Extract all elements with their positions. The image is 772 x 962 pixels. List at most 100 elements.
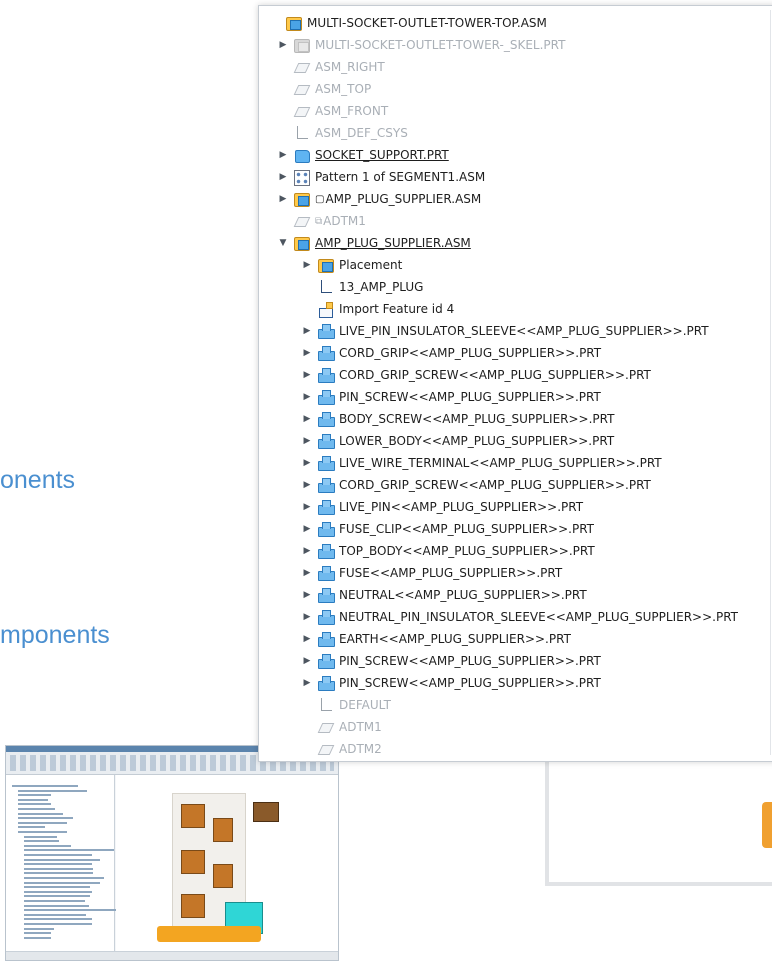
tree-row[interactable]: ▶ PIN_SCREW<<AMP_PLUG_SUPPLIER>>.PRT [301, 386, 601, 408]
socket-graphic [181, 804, 205, 828]
tree-row[interactable]: ▶ SOCKET_SUPPORT.PRT [277, 144, 449, 166]
expand-arrow-icon[interactable]: ▶ [301, 458, 313, 468]
expand-arrow-icon[interactable]: ▶ [301, 568, 313, 578]
thumbnail-tree-line [12, 785, 79, 787]
expand-arrow-icon[interactable]: ▶ [301, 678, 313, 688]
datum-plane-icon [317, 741, 335, 757]
tree-row[interactable]: ▶13_AMP_PLUG [301, 276, 423, 298]
datum-plane-icon [293, 81, 311, 97]
tree-row[interactable]: ▶ADTM2 [301, 738, 382, 760]
thumbnail-tree-line [18, 817, 73, 820]
tree-row[interactable]: ▶MULTI-SOCKET-OUTLET-TOWER-TOP.ASM [269, 12, 547, 34]
thumbnail-tree-line [18, 803, 51, 806]
thumbnail-tree-line [24, 913, 86, 916]
tree-row[interactable]: ▶ASM_RIGHT [277, 56, 385, 78]
tree-row[interactable]: ▶ASM_DEF_CSYS [277, 122, 408, 144]
expand-arrow-icon[interactable]: ▶ [301, 480, 313, 490]
thumbnail-tree-line [18, 826, 45, 829]
tree-row[interactable]: ▼ AMP_PLUG_SUPPLIER.ASM [277, 232, 471, 254]
tree-row[interactable]: ▶ CORD_GRIP_SCREW<<AMP_PLUG_SUPPLIER>>.PR… [301, 474, 651, 496]
tree-row-label: ASM_RIGHT [315, 60, 385, 74]
tree-row-label: CORD_GRIP<<AMP_PLUG_SUPPLIER>>.PRT [339, 346, 602, 360]
tree-scrollbar[interactable] [770, 10, 771, 755]
tree-row[interactable]: ▶ BODY_SCREW<<AMP_PLUG_SUPPLIER>>.PRT [301, 408, 614, 430]
expand-arrow-icon[interactable]: ▶ [301, 612, 313, 622]
tree-row-label: LOWER_BODY<<AMP_PLUG_SUPPLIER>>.PRT [339, 434, 615, 448]
tree-row[interactable]: ▶ LIVE_WIRE_TERMINAL<<AMP_PLUG_SUPPLIER>>… [301, 452, 662, 474]
tree-row-label: ASM_TOP [315, 82, 372, 96]
tree-row[interactable]: ▶ FUSE_CLIP<<AMP_PLUG_SUPPLIER>>.PRT [301, 518, 594, 540]
tree-row[interactable]: ▶ Placement [301, 254, 402, 276]
status-marker-icon: ▢ [315, 193, 325, 205]
component-icon [317, 653, 335, 669]
tree-row[interactable]: ▶ASM_FRONT [277, 100, 388, 122]
tree-row[interactable]: ▶ PIN_SCREW<<AMP_PLUG_SUPPLIER>>.PRT [301, 650, 601, 672]
tree-row[interactable]: ▶ PIN_SCREW<<AMP_PLUG_SUPPLIER>>.PRT [301, 672, 601, 694]
thumbnail-tree-line [24, 927, 54, 930]
tree-row[interactable]: ▶ASM_TOP [277, 78, 371, 100]
tree-row[interactable]: ▶ EARTH<<AMP_PLUG_SUPPLIER>>.PRT [301, 628, 571, 650]
import-feature-icon [317, 301, 335, 318]
tree-row[interactable]: ▶ADTM1 [301, 716, 382, 738]
expand-arrow-icon[interactable]: ▶ [301, 502, 313, 512]
tree-row-label: CORD_GRIP_SCREW<<AMP_PLUG_SUPPLIER>>.PRT [339, 478, 651, 492]
component-icon [317, 433, 335, 449]
socket-graphic [213, 864, 233, 888]
expand-arrow-icon[interactable]: ▶ [301, 634, 313, 644]
model-tree-panel[interactable]: ▶MULTI-SOCKET-OUTLET-TOWER-TOP.ASM▶MULTI… [258, 5, 772, 762]
background-model-fragment [762, 802, 772, 848]
tree-row[interactable]: ▶ LIVE_PIN_INSULATOR_SLEEVE<<AMP_PLUG_SUP… [301, 320, 709, 342]
expand-arrow-icon[interactable]: ▶ [301, 348, 313, 358]
tree-row-label: PIN_SCREW<<AMP_PLUG_SUPPLIER>>.PRT [339, 390, 601, 404]
expand-arrow-icon[interactable]: ▶ [301, 656, 313, 666]
tree-row[interactable]: ▶ LOWER_BODY<<AMP_PLUG_SUPPLIER>>.PRT [301, 430, 614, 452]
thumbnail-tree-line [24, 909, 116, 912]
tree-row[interactable]: ▶ FUSE<<AMP_PLUG_SUPPLIER>>.PRT [301, 562, 562, 584]
tree-row-label: Pattern 1 of SEGMENT1.ASM [315, 170, 486, 184]
tree-row[interactable]: ▶Import Feature id 4 [301, 298, 454, 320]
coordinate-system-icon [317, 279, 335, 295]
expand-arrow-icon[interactable]: ▶ [301, 326, 313, 336]
thumbnail-tree-line [24, 872, 93, 875]
expand-arrow-icon[interactable]: ▶ [301, 436, 313, 446]
component-icon [317, 565, 335, 581]
thumbnail-tree-line [18, 789, 87, 792]
thumbnail-tree-line [18, 794, 51, 797]
component-icon [317, 631, 335, 647]
thumbnail-tree-line [24, 890, 92, 893]
thumbnail-status-bar [6, 951, 338, 960]
socket-graphic [181, 894, 205, 918]
tree-row[interactable]: ▶ CORD_GRIP_SCREW<<AMP_PLUG_SUPPLIER>>.PR… [301, 364, 651, 386]
expand-arrow-icon[interactable]: ▶ [301, 260, 313, 270]
expand-arrow-icon[interactable]: ▶ [277, 40, 289, 50]
tree-row[interactable]: ▶ NEUTRAL<<AMP_PLUG_SUPPLIER>>.PRT [301, 584, 587, 606]
tree-row[interactable]: ▶ LIVE_PIN<<AMP_PLUG_SUPPLIER>>.PRT [301, 496, 583, 518]
thumbnail-tree-line [24, 895, 91, 898]
expand-arrow-icon[interactable]: ▶ [301, 546, 313, 556]
tree-row[interactable]: ▶ Pattern 1 of SEGMENT1.ASM [277, 166, 485, 188]
thumbnail-tree-line [24, 877, 105, 879]
expand-arrow-icon[interactable]: ▶ [301, 370, 313, 380]
expand-arrow-icon[interactable]: ▶ [277, 194, 289, 204]
thumbnail-tree-line [24, 904, 89, 907]
collapse-arrow-icon[interactable]: ▼ [277, 238, 289, 248]
tree-row[interactable]: ▶ ▢ AMP_PLUG_SUPPLIER.ASM [277, 188, 481, 210]
expand-arrow-icon[interactable]: ▶ [277, 150, 289, 160]
tree-row[interactable]: ▶ MULTI-SOCKET-OUTLET-TOWER-_SKEL.PRT [277, 34, 565, 56]
expand-arrow-icon[interactable]: ▶ [301, 414, 313, 424]
expand-arrow-icon[interactable]: ▶ [301, 392, 313, 402]
component-icon [317, 521, 335, 537]
tree-row-label: LIVE_PIN_INSULATOR_SLEEVE<<AMP_PLUG_SUPP… [339, 324, 709, 338]
tree-row[interactable]: ▶⧉ADTM1 [277, 210, 366, 232]
expand-arrow-icon[interactable]: ▶ [301, 590, 313, 600]
expand-arrow-icon[interactable]: ▶ [301, 524, 313, 534]
datum-plane-icon [317, 719, 335, 735]
tree-row[interactable]: ▶DEFAULT [301, 694, 391, 716]
tree-row[interactable]: ▶ NEUTRAL_PIN_INSULATOR_SLEEVE<<AMP_PLUG_… [301, 606, 738, 628]
tree-row-label: NEUTRAL_PIN_INSULATOR_SLEEVE<<AMP_PLUG_S… [339, 610, 738, 624]
tree-row-label: PIN_SCREW<<AMP_PLUG_SUPPLIER>>.PRT [339, 654, 601, 668]
tree-row[interactable]: ▶ TOP_BODY<<AMP_PLUG_SUPPLIER>>.PRT [301, 540, 595, 562]
skeleton-icon [293, 37, 311, 53]
expand-arrow-icon[interactable]: ▶ [277, 172, 289, 182]
tree-row[interactable]: ▶ CORD_GRIP<<AMP_PLUG_SUPPLIER>>.PRT [301, 342, 601, 364]
